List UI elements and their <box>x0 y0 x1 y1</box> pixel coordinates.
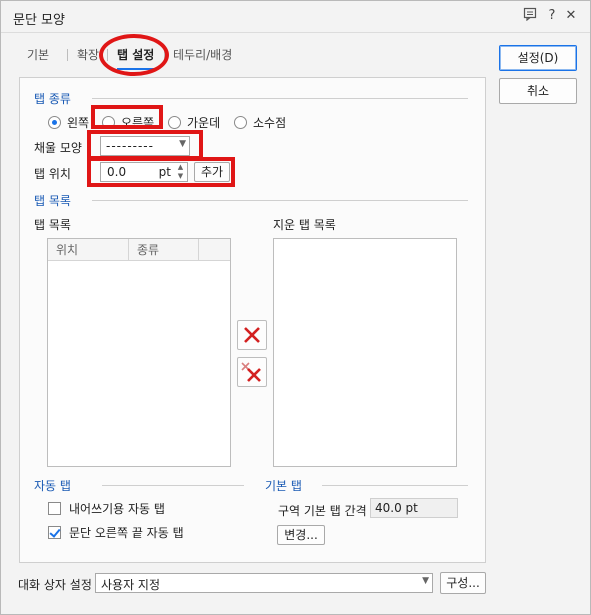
tab-settings-panel: 탭 종류 왼쪽 오른쪽 가운데 소수점 채울 모양 --------- ▼ 탭 … <box>19 77 486 563</box>
divider <box>322 485 468 486</box>
add-tab-button[interactable]: 추가 <box>194 162 230 182</box>
tab-list-label: 탭 목록 <box>34 218 71 232</box>
fill-select[interactable]: --------- ▼ <box>100 136 190 156</box>
radio-left-label: 왼쪽 <box>67 116 90 130</box>
delete-all-icon <box>241 362 261 382</box>
tab-tab-settings[interactable]: 탭 설정 <box>117 43 155 70</box>
chevron-down-icon: ▼ <box>422 576 429 586</box>
radio-left[interactable]: 왼쪽 <box>48 114 89 131</box>
paragraph-right-auto-tab-label: 문단 오른쪽 끝 자동 탭 <box>69 526 184 540</box>
tab-interval-value: 40.0 pt <box>370 498 458 518</box>
chevron-down-icon: ▼ <box>179 139 186 149</box>
dialog-settings-label: 대화 상자 설정 <box>18 578 92 592</box>
fill-value: --------- <box>106 139 154 153</box>
default-tab-heading: 기본 탭 <box>265 479 302 493</box>
tab-separator <box>164 49 165 61</box>
tab-kind-heading: 탭 종류 <box>34 92 71 106</box>
help-icon[interactable]: ? <box>543 7 561 25</box>
auto-tab-heading: 자동 탭 <box>34 479 71 493</box>
tab-extended[interactable]: 확장 <box>77 43 99 67</box>
tab-separator <box>107 49 108 61</box>
removed-tab-list[interactable] <box>273 238 457 467</box>
tab-position-unit: pt <box>158 165 171 179</box>
indent-auto-tab-box[interactable] <box>48 502 61 515</box>
ok-button[interactable]: 설정(D) <box>499 45 577 71</box>
tab-position-input[interactable]: 0.0 pt ▲ ▼ <box>100 162 188 182</box>
radio-left-indicator[interactable] <box>48 116 61 129</box>
paragraph-right-auto-tab-checkbox[interactable]: 문단 오른쪽 끝 자동 탭 <box>48 524 184 541</box>
close-icon[interactable]: ✕ <box>562 7 580 25</box>
tab-list-heading: 탭 목록 <box>34 194 71 208</box>
dialog-title: 문단 모양 <box>13 13 65 28</box>
divider <box>102 485 244 486</box>
tab-list[interactable]: 위치 종류 <box>47 238 231 467</box>
fill-label: 채울 모양 <box>34 141 82 155</box>
divider <box>92 200 468 201</box>
radio-right[interactable]: 오른쪽 <box>102 114 154 131</box>
tab-position-value: 0.0 <box>107 165 127 179</box>
radio-center-indicator[interactable] <box>168 116 181 129</box>
radio-right-label: 오른쪽 <box>121 116 155 130</box>
dialog-settings-select[interactable]: 사용자 지정 ▼ <box>95 573 433 593</box>
spinner-arrows-icon[interactable]: ▲ ▼ <box>175 163 186 181</box>
configure-button[interactable]: 구성... <box>440 572 486 594</box>
column-position[interactable]: 위치 <box>48 239 129 261</box>
removed-list-label: 지운 탭 목록 <box>273 218 336 232</box>
paragraph-right-auto-tab-box[interactable] <box>48 526 61 539</box>
paragraph-shape-dialog: 문단 모양 ? ✕ 기본 확장 탭 설정 테두리/배경 설정(D) 취소 탭 종… <box>0 0 591 615</box>
tab-basic[interactable]: 기본 <box>27 43 49 67</box>
title-bar: 문단 모양 ? ✕ <box>1 1 590 33</box>
radio-right-indicator[interactable] <box>102 116 115 129</box>
comment-icon[interactable] <box>521 7 539 25</box>
delete-all-tabs-button[interactable] <box>237 357 267 387</box>
tab-separator <box>67 49 68 61</box>
divider <box>92 98 468 99</box>
radio-decimal[interactable]: 소수점 <box>234 114 286 131</box>
tab-list-header: 위치 종류 <box>48 239 230 261</box>
indent-auto-tab-label: 내어쓰기용 자동 탭 <box>69 502 165 516</box>
delete-icon <box>244 327 260 343</box>
indent-auto-tab-checkbox[interactable]: 내어쓰기용 자동 탭 <box>48 500 165 517</box>
cancel-button[interactable]: 취소 <box>499 78 577 104</box>
radio-center[interactable]: 가운데 <box>168 114 220 131</box>
tab-position-label: 탭 위치 <box>34 167 71 181</box>
dialog-settings-value: 사용자 지정 <box>101 578 161 592</box>
tab-interval-label: 구역 기본 탭 간격 <box>278 504 367 518</box>
radio-decimal-label: 소수점 <box>253 116 287 130</box>
column-kind[interactable]: 종류 <box>129 239 199 261</box>
radio-decimal-indicator[interactable] <box>234 116 247 129</box>
change-interval-button[interactable]: 변경... <box>277 525 325 545</box>
radio-center-label: 가운데 <box>187 116 221 130</box>
delete-tab-button[interactable] <box>237 320 267 350</box>
tab-border-background[interactable]: 테두리/배경 <box>173 43 232 67</box>
